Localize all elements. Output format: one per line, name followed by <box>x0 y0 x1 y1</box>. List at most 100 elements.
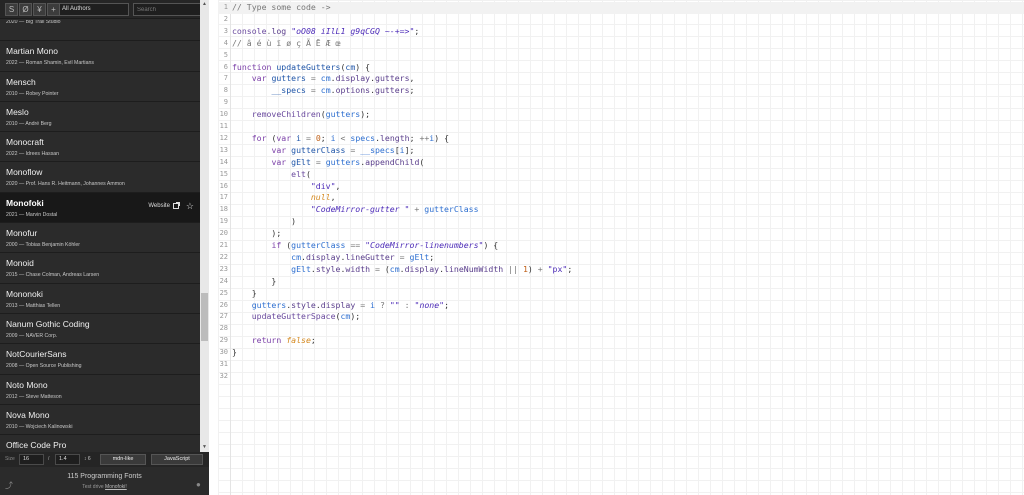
font-list-item[interactable]: Mononoki 2013 — Matthias Tellen <box>0 283 200 314</box>
code-token: ) <box>527 263 538 274</box>
code-line[interactable]: 28 <box>218 323 1024 335</box>
code-token: ; <box>429 251 435 262</box>
code-line[interactable]: 12 for (var i = 0; i < specs.length; ++i… <box>218 133 1024 145</box>
external-link-icon[interactable] <box>172 202 180 210</box>
code-line[interactable]: 21 if (gutterClass == "CodeMirror-linenu… <box>218 240 1024 252</box>
test-drive-link[interactable]: Monofoki! <box>105 484 127 490</box>
code-token: ); <box>360 109 371 120</box>
code-token: display <box>320 299 356 310</box>
filter-slashed-zero-button[interactable]: Ø <box>19 3 32 16</box>
font-list-item[interactable]: Monofur 2000 — Tobias Benjamin Köhler <box>0 223 200 254</box>
font-name: Office Code Pro <box>6 440 67 448</box>
code-editor[interactable]: 1// Type some code -> 2 3 console.log "oO08… <box>218 0 1024 495</box>
font-size-input[interactable]: 16 <box>19 454 44 465</box>
code-token: ; <box>409 132 420 143</box>
code-line[interactable]: 26 gutters.style.display = i ? "" : "non… <box>218 300 1024 312</box>
font-list-item[interactable]: Monoflow 2020 — Prof. Hans R. Heitmann, J… <box>0 162 200 193</box>
code-line[interactable]: 31 <box>218 359 1024 371</box>
code-line[interactable]: 5 <box>218 50 1024 62</box>
font-list-item[interactable]: Nanum Gothic Coding 2009 — NAVER Corp. <box>0 313 200 345</box>
filter-serif-button[interactable]: S <box>5 3 18 16</box>
font-name: Meslo <box>6 106 29 117</box>
code-line[interactable]: 7 var gutters = cm.display.gutters, <box>218 73 1024 85</box>
code-line[interactable]: 25 } <box>218 288 1024 300</box>
line-number: 9 <box>223 98 228 107</box>
line-height-input[interactable]: 1.4 <box>55 454 80 465</box>
author-select[interactable]: All Authors <box>59 3 129 16</box>
pin-icon[interactable]: ☆ <box>186 201 194 212</box>
code-token: } <box>232 347 237 358</box>
code-token: ; <box>444 299 450 310</box>
line-number: 12 <box>219 133 228 142</box>
scroll-thumb[interactable] <box>201 293 208 341</box>
code-token: gutters <box>251 299 287 310</box>
code-token: || <box>508 263 518 274</box>
font-list-item[interactable]: Monocraft 2022 — Idrees Hassan <box>0 132 200 163</box>
code-line[interactable]: 32 <box>218 371 1024 383</box>
size-separator: / <box>48 456 50 462</box>
code-line[interactable]: 13 var gutterClass = __specs[i]; <box>218 145 1024 157</box>
font-list-item[interactable]: Monoid 2015 — Chase Colman, Andreas Larse… <box>0 253 200 284</box>
code-line[interactable]: 18 "CodeMirror-gutter " + gutterClass <box>218 204 1024 216</box>
theme-select[interactable]: mdn-like <box>100 454 146 465</box>
code-line[interactable]: 20 ); <box>218 228 1024 240</box>
code-line[interactable]: 15 elt( <box>218 169 1024 181</box>
font-list-item[interactable]: Mensch 2010 — Robey Pointer <box>0 71 200 102</box>
code-line[interactable]: 4 // â é ù ï ø ç Ã Ē Æ œ <box>218 38 1024 50</box>
scroll-down-arrow-icon[interactable]: ▼ <box>200 443 209 452</box>
filter-free-button[interactable]: ¥ <box>33 3 46 16</box>
code-line[interactable]: 30} <box>218 347 1024 359</box>
font-list-item[interactable]: NotCourierSans 2008 — Open Source Publish… <box>0 344 200 375</box>
website-link[interactable]: Website <box>148 203 170 209</box>
code-text: elt( <box>232 169 311 181</box>
code-line[interactable]: 11 <box>218 121 1024 133</box>
code-token: "none" <box>414 299 445 310</box>
code-line[interactable]: 8 __specs = cm.options.gutters; <box>218 85 1024 97</box>
code-token: } <box>232 275 277 286</box>
font-list-item[interactable]: Monofoki 2021 — Marvin Dostal Website ☆ <box>0 192 200 224</box>
github-icon[interactable]: ● <box>196 480 201 489</box>
spacing-control[interactable]: ↕ 6 <box>84 456 91 462</box>
language-select[interactable]: JavaScript <box>151 454 203 465</box>
code-line[interactable]: 10 removeChildren(gutters); <box>218 109 1024 121</box>
code-text: var gutterClass = __specs[i]; <box>232 145 414 157</box>
code-text: null, <box>232 192 336 204</box>
code-line[interactable]: 27 updateGutterSpace(cm); <box>218 311 1024 323</box>
code-line[interactable]: 22 cm.display.lineGutter = gElt; <box>218 252 1024 264</box>
font-meta: 2012 — Steve Matteson <box>6 393 62 400</box>
code-token: ) { <box>483 240 499 250</box>
font-list-item[interactable]: Martian Mono 2022 — Roman Shamin, Evil Ma… <box>0 41 200 72</box>
font-name: Nanum Gothic Coding <box>6 318 90 329</box>
line-number: 21 <box>219 241 228 249</box>
search-input[interactable] <box>133 3 203 16</box>
code-line[interactable]: 23 gElt.style.width = (cm.display.lineNu… <box>218 264 1024 276</box>
code-line[interactable]: 17 null, <box>218 192 1024 204</box>
font-list-scrollbar[interactable]: ▲ ▼ <box>200 0 209 452</box>
code-line[interactable]: 19 ) <box>218 216 1024 228</box>
code-line[interactable]: 24 } <box>218 276 1024 288</box>
font-list-item[interactable]: 2020 — Big Trail Studio <box>0 20 200 42</box>
font-list-item[interactable]: Noto Mono 2012 — Steve Matteson <box>0 374 200 405</box>
code-text: return false; <box>232 335 316 347</box>
line-number: 26 <box>219 300 228 309</box>
code-line[interactable]: 9 <box>218 97 1024 109</box>
code-line[interactable]: 16 "div", <box>218 181 1024 193</box>
code-line[interactable]: 6 function updateGutters(cm) { <box>218 62 1024 74</box>
code-line[interactable]: 29 return false; <box>218 335 1024 347</box>
code-token: for <box>251 132 267 143</box>
code-line[interactable]: 2 <box>218 14 1024 26</box>
font-list-item[interactable]: Meslo 2010 — André Berg <box>0 101 200 133</box>
code-line[interactable]: 3 console.log "oO08 iIlL1 g9qCGQ ~-+=>"; <box>218 26 1024 38</box>
font-list-item[interactable]: Office Code Pro2015 — Nathan Rutzky <box>0 435 200 448</box>
code-line[interactable]: 1 // Type some code -> <box>218 2 1024 14</box>
line-number: 7 <box>223 74 228 83</box>
code-line[interactable]: 14 var gElt = gutters.appendChild( <box>218 157 1024 169</box>
font-name: Mononoki <box>6 288 43 299</box>
scroll-up-arrow-icon[interactable]: ▲ <box>200 0 209 9</box>
code-token: gutterClass <box>291 144 346 155</box>
font-list-item[interactable]: Nova Mono 2010 — Wojciech Kalinowski <box>0 404 200 436</box>
